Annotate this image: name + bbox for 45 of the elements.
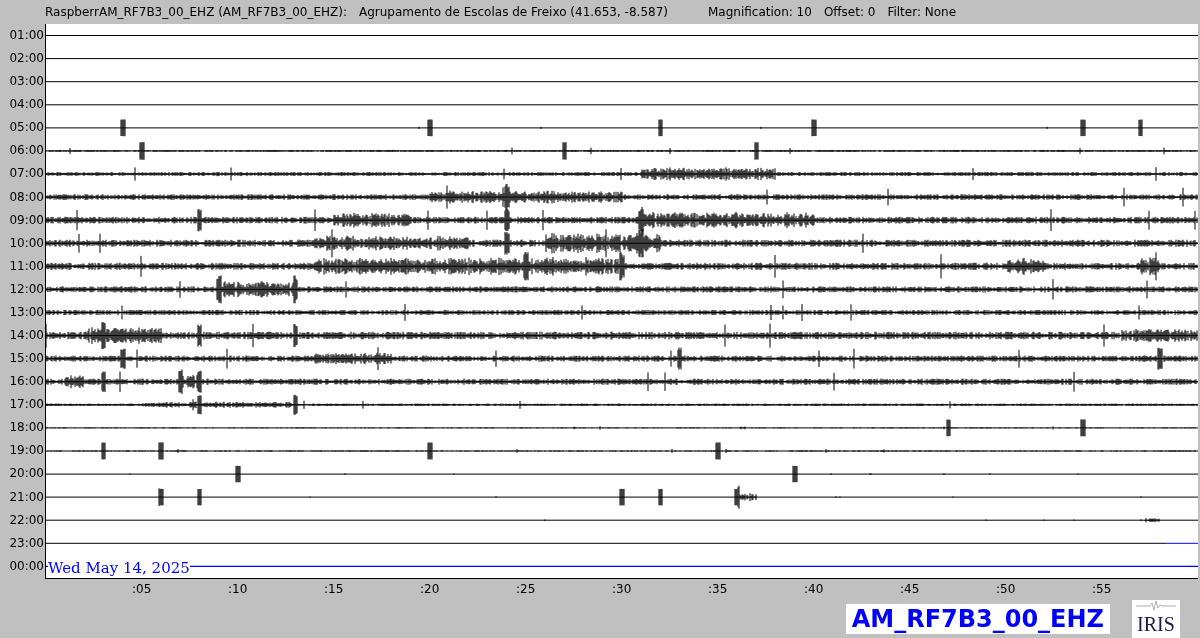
- hour-label: 19:00: [9, 442, 44, 460]
- hour-label: 21:00: [9, 488, 44, 506]
- hour-label: 17:00: [9, 396, 44, 414]
- minute-tick-label: :05: [132, 582, 152, 596]
- hour-label: 16:00: [9, 373, 44, 391]
- hour-label: 10:00: [9, 234, 44, 252]
- hour-label: 05:00: [9, 119, 44, 137]
- station-label: AM_RF7B3_00_EHZ: [845, 603, 1110, 634]
- minute-tick-label: :50: [996, 582, 1016, 596]
- location-text: Agrupamento de Escolas de Freixo (41.653, -8.587): [359, 5, 668, 19]
- hour-label: 04:00: [9, 96, 44, 114]
- minute-tick-label: :40: [804, 582, 824, 596]
- logo: IRIS: [1132, 599, 1180, 638]
- hour-label: 13:00: [9, 303, 44, 321]
- hour-label: 23:00: [9, 534, 44, 552]
- hour-label: 00:00: [9, 557, 44, 575]
- minute-tick-label: :55: [1092, 582, 1112, 596]
- filter-text: Filter: None: [887, 5, 957, 19]
- minute-tick-label: :15: [324, 582, 344, 596]
- hour-label: 11:00: [9, 257, 44, 275]
- station-title: RaspberrAM_RF7B3_00_EHZ (AM_RF7B3_00_EHZ):: [45, 5, 347, 19]
- hour-label: 14:00: [9, 327, 44, 344]
- minute-tick-label: :35: [708, 582, 728, 596]
- minute-tick-label: :10: [228, 582, 248, 596]
- hour-label: 07:00: [9, 165, 44, 183]
- offset-text: Offset: 0: [823, 5, 876, 19]
- waveform-icon: [1136, 599, 1176, 612]
- hour-label: 08:00: [9, 188, 44, 206]
- hour-label: 03:00: [9, 73, 44, 91]
- hour-label: 12:00: [9, 280, 44, 298]
- minute-tick-label: :20: [420, 582, 440, 596]
- minute-tick-label: :25: [516, 582, 536, 596]
- hour-label: 22:00: [9, 511, 44, 529]
- hour-label: 09:00: [9, 211, 44, 229]
- current-trace-line: [1165, 542, 1198, 544]
- minute-tick-label: :45: [900, 582, 920, 596]
- hour-label: 18:00: [9, 419, 44, 437]
- hour-label: 15:00: [9, 350, 44, 368]
- date-label: Wed May 14, 2025: [48, 559, 190, 577]
- hour-label: 02:00: [9, 50, 44, 68]
- minute-tick-label: :30: [612, 582, 632, 596]
- hour-label: 01:00: [9, 27, 44, 44]
- hour-label: 20:00: [9, 465, 44, 483]
- magnification-text: Magnification: 10: [708, 5, 812, 19]
- hour-label: 06:00: [9, 142, 44, 160]
